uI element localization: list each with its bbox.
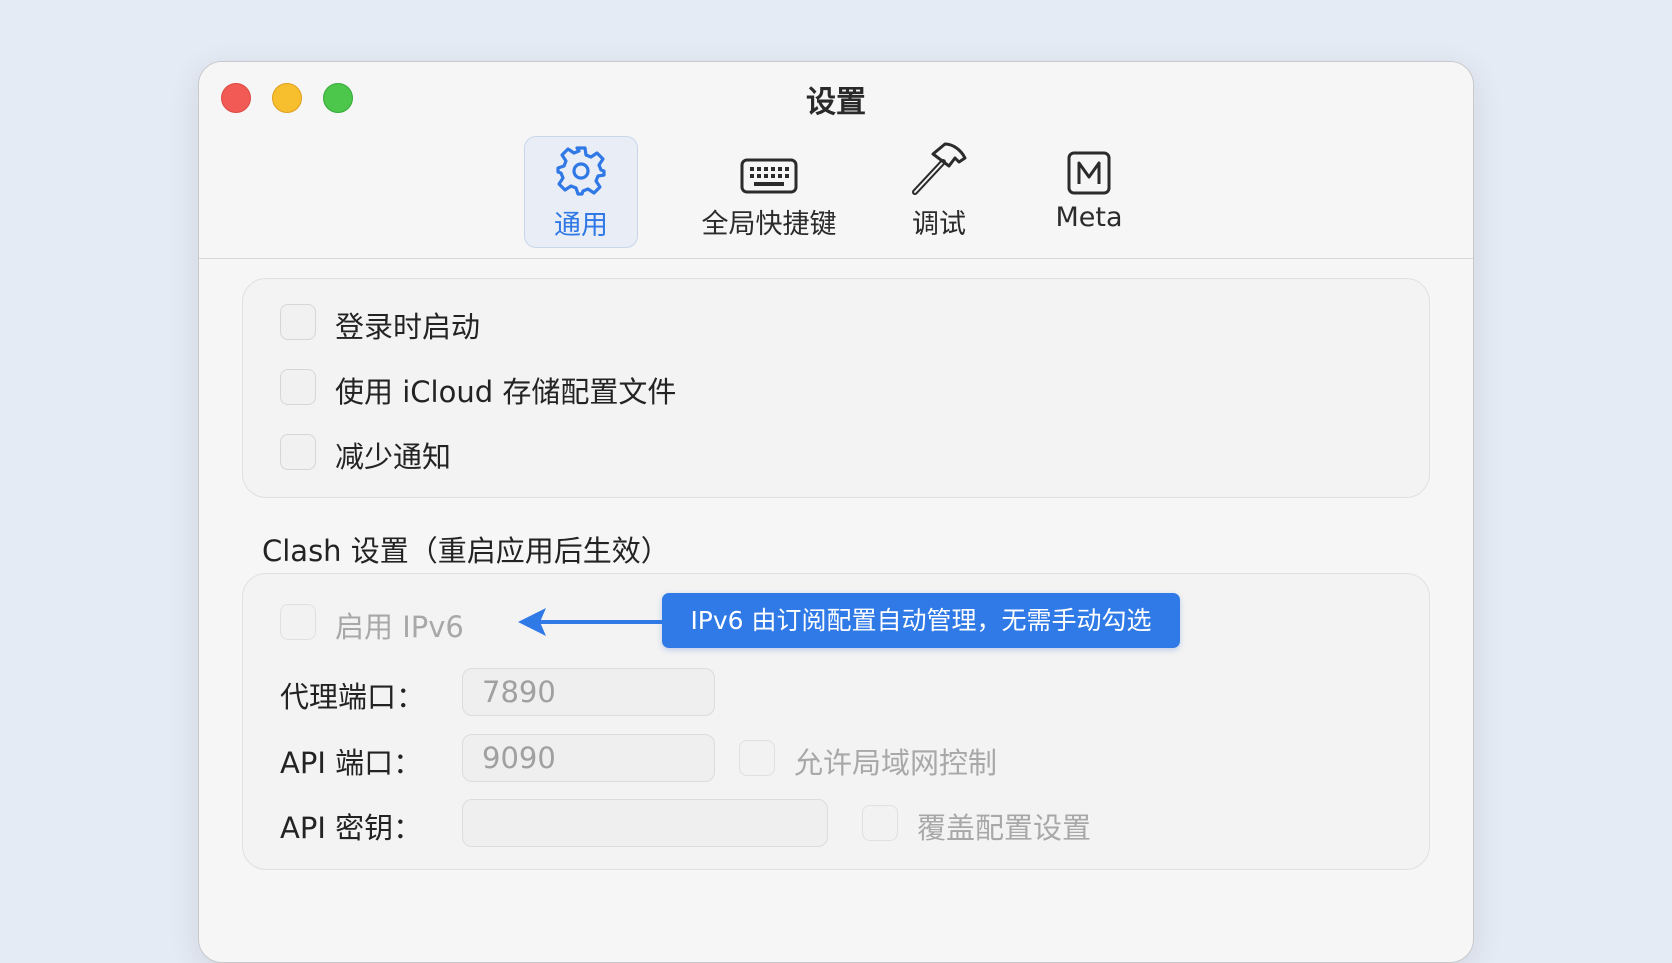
window-title: 设置 <box>806 85 866 120</box>
tab-general[interactable]: 通用 <box>524 136 638 248</box>
hammer-icon <box>909 136 969 198</box>
allow-lan-label: 允许局域网控制 <box>794 746 998 780</box>
allow-lan-checkbox[interactable] <box>739 740 775 776</box>
icloud-config-label: 使用 iCloud 存储配置文件 <box>335 375 677 409</box>
api-port-label: API 端口： <box>280 746 423 780</box>
tab-meta[interactable]: Meta <box>1029 136 1149 248</box>
tab-label: 全局快捷键 <box>701 209 837 240</box>
api-secret-field[interactable] <box>462 799 828 847</box>
settings-window: 设置 通用 全局快捷键 调试 Meta 登录时启动 使用 iCloud 存储配置… <box>198 61 1474 963</box>
reduce-notifications-checkbox[interactable] <box>280 434 316 470</box>
tab-label: Meta <box>1055 202 1123 233</box>
annotation-arrow-icon <box>518 608 662 636</box>
launch-at-login-label: 登录时启动 <box>335 310 481 344</box>
tab-label: 通用 <box>554 210 608 241</box>
override-config-label: 覆盖配置设置 <box>917 811 1092 845</box>
tab-label: 调试 <box>912 209 966 240</box>
enable-ipv6-label: 启用 IPv6 <box>335 610 464 644</box>
enable-ipv6-checkbox[interactable] <box>280 604 316 640</box>
api-secret-label: API 密钥： <box>280 811 423 845</box>
ipv6-annotation-callout: IPv6 由订阅配置自动管理，无需手动勾选 <box>662 593 1180 648</box>
override-config-checkbox[interactable] <box>862 805 898 841</box>
api-port-field[interactable]: 9090 <box>462 734 715 782</box>
launch-at-login-checkbox[interactable] <box>280 304 316 340</box>
tab-debug[interactable]: 调试 <box>889 136 989 248</box>
keyboard-icon <box>739 136 799 198</box>
icloud-config-checkbox[interactable] <box>280 369 316 405</box>
gear-icon <box>553 137 609 199</box>
tab-global-hotkeys[interactable]: 全局快捷键 <box>679 136 859 248</box>
meta-m-icon <box>1064 136 1114 198</box>
general-options-group: 登录时启动 使用 iCloud 存储配置文件 减少通知 <box>242 278 1430 498</box>
titlebar: 设置 通用 全局快捷键 调试 Meta <box>199 62 1473 259</box>
reduce-notifications-label: 减少通知 <box>335 440 452 474</box>
proxy-port-field[interactable]: 7890 <box>462 668 715 716</box>
clash-section-title: Clash 设置（重启应用后生效） <box>262 534 670 568</box>
proxy-port-label: 代理端口： <box>280 680 426 714</box>
